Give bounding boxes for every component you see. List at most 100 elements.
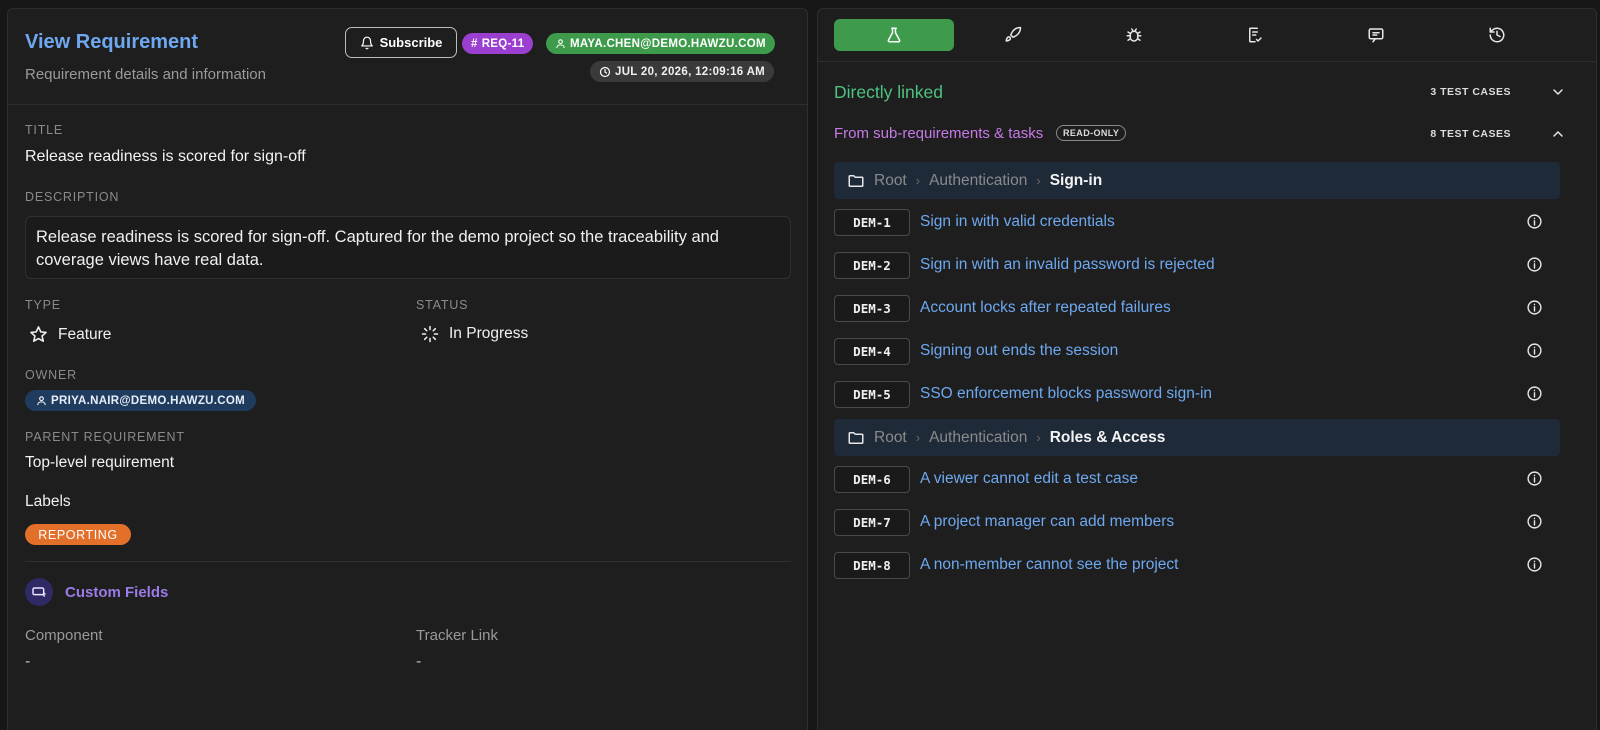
bell-icon: [360, 36, 373, 49]
test-case-link[interactable]: Sign in with an invalid password is reje…: [920, 256, 1215, 274]
assignee-email: MAYA.CHEN@DEMO.HAWZU.COM: [570, 37, 766, 50]
info-icon[interactable]: [1526, 299, 1543, 316]
flask-icon: [887, 27, 901, 43]
chevron-right-icon: ›: [1036, 173, 1041, 188]
folder-icon: [848, 431, 864, 444]
test-case-id: DEM-5: [834, 380, 910, 408]
owner-badge: PRIYA.NAIR@DEMO.HAWZU.COM: [25, 390, 256, 411]
test-case-id: DEM-8: [834, 551, 910, 579]
tab-test-cases[interactable]: [834, 19, 954, 51]
test-case-link[interactable]: SSO enforcement blocks password sign-in: [920, 385, 1212, 403]
status-label: STATUS: [416, 298, 469, 312]
test-case-row[interactable]: DEM-2 Sign in with an invalid password i…: [834, 250, 1560, 280]
test-case-link[interactable]: Signing out ends the session: [920, 342, 1118, 360]
test-case-id: DEM-4: [834, 337, 910, 365]
bug-icon: [1126, 28, 1142, 42]
star-icon: [30, 326, 47, 343]
details-header: View Requirement Requirement details and…: [8, 9, 807, 105]
tracker-link-label: Tracker Link: [416, 627, 498, 644]
subscribe-button[interactable]: Subscribe: [345, 27, 457, 58]
chevron-up-icon[interactable]: [1550, 126, 1566, 142]
breadcrumb-authentication: Authentication: [929, 428, 1028, 446]
label-tag: REPORTING: [25, 524, 131, 545]
info-icon[interactable]: [1526, 256, 1543, 273]
info-icon[interactable]: [1526, 513, 1543, 530]
test-case-row[interactable]: DEM-4 Signing out ends the session: [834, 336, 1560, 366]
folder-path-row: Root › Authentication › Sign-in: [834, 162, 1560, 199]
folder-icon: [848, 174, 864, 187]
tab-comments[interactable]: [1316, 19, 1436, 51]
page-subtitle: Requirement details and information: [25, 66, 266, 83]
test-case-row[interactable]: DEM-5 SSO enforcement blocks password si…: [834, 379, 1560, 409]
folder-path-row: Root › Authentication › Roles & Access: [834, 419, 1560, 456]
test-case-row[interactable]: DEM-3 Account locks after repeated failu…: [834, 293, 1560, 323]
tab-history[interactable]: [1437, 19, 1557, 51]
chevron-right-icon: ›: [1036, 430, 1041, 445]
info-icon[interactable]: [1526, 342, 1543, 359]
breadcrumb-authentication: Authentication: [929, 171, 1028, 189]
user-icon: [556, 39, 565, 49]
title-label: TITLE: [25, 123, 64, 137]
chevron-right-icon: ›: [915, 173, 921, 188]
breadcrumb-root: Root: [874, 171, 907, 189]
requirement-id-badge: # REQ-11: [462, 33, 534, 54]
info-icon[interactable]: [1526, 556, 1543, 573]
chevron-down-icon[interactable]: [1550, 84, 1566, 100]
tab-releases[interactable]: [953, 19, 1073, 51]
sub-requirements-title[interactable]: From sub-requirements & tasks: [834, 125, 1043, 142]
component-label: Component: [25, 627, 103, 644]
parent-requirement-label: PARENT REQUIREMENT: [25, 430, 185, 444]
user-icon: [37, 396, 46, 406]
rocket-icon: [1005, 26, 1022, 42]
test-case-link[interactable]: A project manager can add members: [920, 513, 1174, 531]
type-label: TYPE: [25, 298, 61, 312]
type-value-row: Feature: [29, 325, 111, 344]
clock-icon: [599, 66, 611, 77]
test-case-id: DEM-2: [834, 251, 910, 279]
breadcrumb-current: Roles & Access: [1049, 428, 1166, 446]
status-value: In Progress: [449, 325, 529, 342]
test-case-id: DEM-6: [834, 465, 910, 493]
read-only-badge: READ-ONLY: [1056, 125, 1127, 141]
description-value: Release readiness is scored for sign-off…: [25, 216, 791, 279]
test-case-link[interactable]: Sign in with valid credentials: [920, 213, 1115, 231]
test-case-id: DEM-1: [834, 208, 910, 236]
directly-linked-title[interactable]: Directly linked: [834, 82, 943, 103]
custom-fields-title: Custom Fields: [65, 584, 169, 601]
component-value: -: [25, 653, 31, 670]
test-case-row[interactable]: DEM-1 Sign in with valid credentials: [834, 207, 1560, 237]
info-icon[interactable]: [1526, 385, 1543, 402]
breadcrumb-root: Root: [874, 428, 907, 446]
test-case-row[interactable]: DEM-7 A project manager can add members: [834, 507, 1560, 537]
hash-icon: #: [471, 37, 478, 50]
info-icon[interactable]: [1526, 213, 1543, 230]
test-case-link[interactable]: A viewer cannot edit a test case: [920, 470, 1138, 488]
test-case-link[interactable]: A non-member cannot see the project: [920, 556, 1178, 574]
assignee-badge: MAYA.CHEN@DEMO.HAWZU.COM: [546, 33, 775, 54]
test-case-row[interactable]: DEM-8 A non-member cannot see the projec…: [834, 550, 1560, 580]
custom-fields-icon: [25, 578, 53, 606]
test-case-id: DEM-7: [834, 508, 910, 536]
chevron-right-icon: ›: [915, 430, 921, 445]
test-case-link[interactable]: Account locks after repeated failures: [920, 299, 1171, 317]
tracker-link-value: -: [416, 653, 422, 670]
divider: [25, 561, 791, 562]
labels-heading: Labels: [25, 493, 71, 510]
subscribe-label: Subscribe: [379, 35, 443, 50]
tab-bar: [818, 9, 1596, 62]
owner-label: OWNER: [25, 368, 77, 382]
tab-defects[interactable]: [1074, 19, 1194, 51]
sub-count: 8 TEST CASES: [1430, 128, 1511, 140]
info-icon[interactable]: [1526, 470, 1543, 487]
title-value: Release readiness is scored for sign-off: [25, 148, 306, 165]
clipboard-check-icon: [1249, 27, 1262, 43]
test-case-id: DEM-3: [834, 294, 910, 322]
direct-count: 3 TEST CASES: [1430, 86, 1511, 98]
history-icon: [1489, 27, 1505, 43]
breadcrumb-current: Sign-in: [1049, 171, 1103, 189]
test-case-row[interactable]: DEM-6 A viewer cannot edit a test case: [834, 464, 1560, 494]
requirement-id: REQ-11: [481, 37, 525, 50]
tab-test-runs[interactable]: [1195, 19, 1315, 51]
message-icon: [1368, 28, 1384, 43]
requirement-details-panel: View Requirement Requirement details and…: [7, 8, 808, 730]
